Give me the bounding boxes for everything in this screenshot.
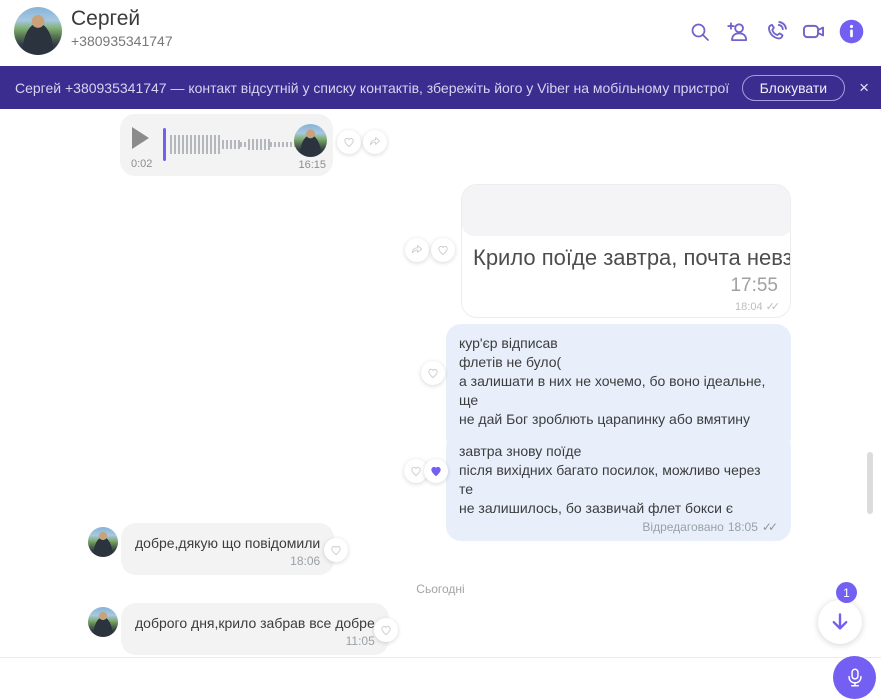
incoming-message[interactable]: добре,дякую що повідомили 18:06 [121, 523, 335, 575]
message-text: добре,дякую що повідомили [135, 535, 321, 551]
voice-sender-avatar [294, 124, 327, 157]
forward-icon[interactable] [405, 238, 429, 262]
voice-duration: 0:02 [131, 158, 153, 170]
sender-avatar [88, 527, 118, 557]
forward-icon[interactable] [363, 130, 387, 154]
unread-count-badge: 1 [836, 582, 857, 603]
play-icon[interactable] [132, 127, 149, 149]
read-receipt-icon: ✓✓ [761, 520, 778, 534]
contact-avatar[interactable] [14, 7, 62, 55]
image-inner-time: 17:55 [730, 275, 778, 296]
block-button[interactable]: Блокувати [741, 74, 846, 101]
close-icon[interactable]: × [859, 79, 869, 96]
composer-bar: GIF [0, 657, 881, 700]
search-icon[interactable] [686, 18, 713, 45]
edited-label: Відредаговано [642, 520, 724, 534]
voice-waveform[interactable] [170, 126, 296, 162]
add-contact-icon[interactable] [724, 18, 751, 45]
image-text: Крило поїде завтра, почта невзяла [473, 245, 790, 270]
like-heart-icon[interactable] [374, 618, 398, 642]
incoming-message[interactable]: доброго дня,крило забрав все добре 11:05 [121, 603, 389, 655]
message-time: 16:15 [298, 159, 326, 171]
image-content-band [462, 185, 790, 236]
viber-chat-window: Сергей +380935341747 Сергей +38093534174… [0, 0, 881, 700]
sender-avatar [88, 607, 118, 637]
banner-text: Сергей +380935341747 — контакт відсутній… [15, 79, 730, 96]
scrollbar[interactable] [867, 452, 873, 514]
outgoing-message[interactable]: завтра знову поїде після вихідних багато… [446, 432, 791, 541]
message-time: 18:06 [290, 554, 321, 568]
voice-progress-cursor[interactable] [163, 128, 166, 161]
message-text: завтра знову поїде після вихідних багато… [459, 443, 761, 516]
phone-call-icon[interactable] [762, 18, 789, 45]
message-text: доброго дня,крило забрав все добре [135, 615, 375, 631]
info-icon[interactable] [838, 18, 865, 45]
unknown-contact-banner: Сергей +380935341747 — контакт відсутній… [0, 66, 881, 109]
chat-header: Сергей +380935341747 [0, 0, 881, 66]
like-heart-icon[interactable] [431, 238, 455, 262]
message-text: кур'єр відписав флетів не було( а залиша… [459, 335, 766, 427]
message-time: 18:05 [727, 520, 758, 534]
heart-reaction-icon[interactable] [424, 459, 448, 483]
voice-message-bubble: 0:02 16:15 [120, 114, 333, 176]
image-message-bubble[interactable]: Крило поїде завтра, почта невзяла 17:55 … [461, 184, 791, 318]
scroll-to-bottom-button[interactable] [818, 600, 862, 644]
contact-phone: +380935341747 [71, 33, 173, 49]
like-heart-icon[interactable] [337, 130, 361, 154]
video-call-icon[interactable] [800, 18, 827, 45]
like-heart-icon[interactable] [421, 361, 445, 385]
contact-name: Сергей [71, 7, 141, 30]
message-time: 11:05 [345, 634, 375, 648]
like-heart-icon[interactable] [324, 538, 348, 562]
read-receipt-icon: ✓✓ [765, 301, 781, 313]
microphone-button[interactable] [833, 656, 876, 699]
date-divider: Сьогодні [416, 582, 465, 596]
message-time: 18:04 [735, 300, 763, 313]
